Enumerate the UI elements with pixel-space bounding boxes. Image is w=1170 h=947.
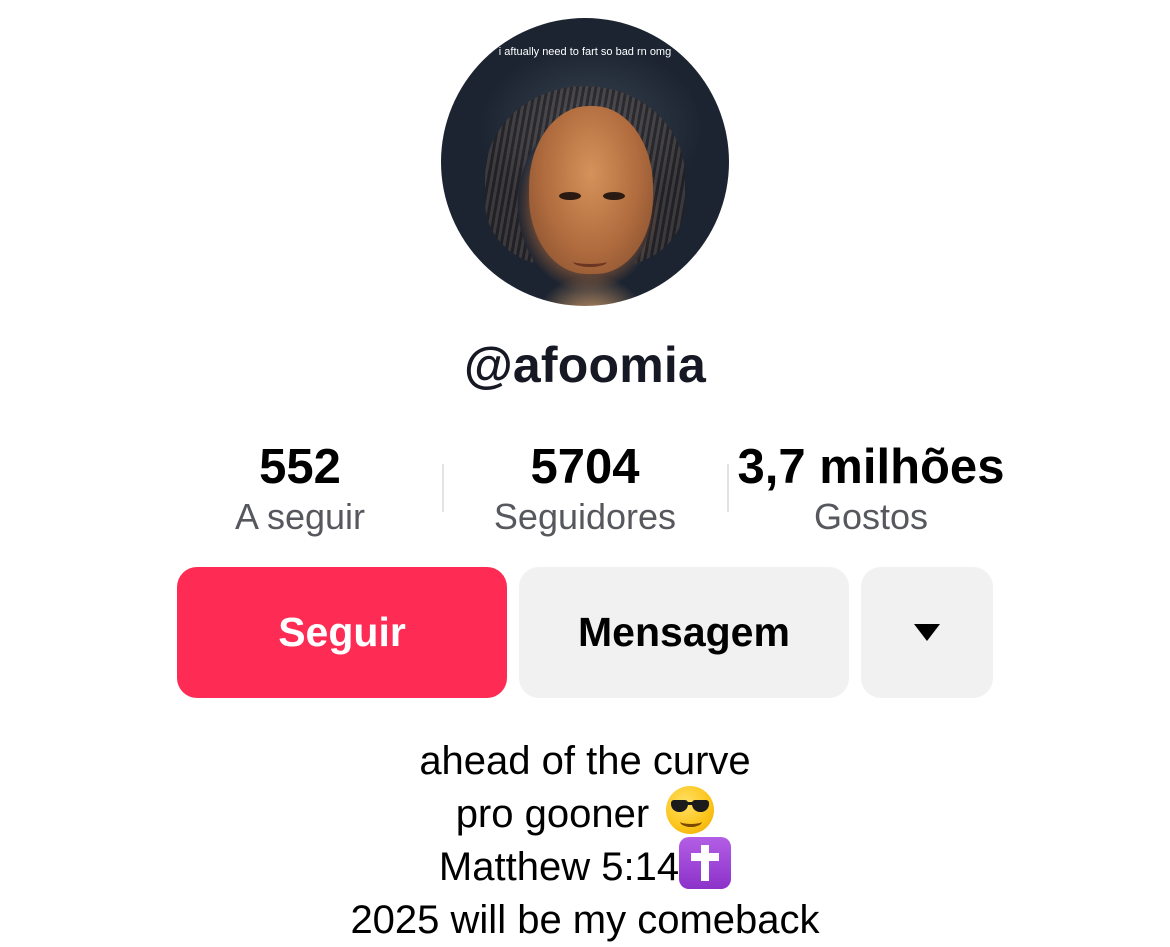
- stat-following[interactable]: 552 A seguir: [140, 436, 460, 542]
- stat-likes-label: Gostos: [813, 496, 929, 537]
- profile-avatar[interactable]: i aftually need to fart so bad rn omg: [441, 18, 729, 306]
- bio-line: pro gooner: [0, 786, 1170, 840]
- caret-down-icon: [914, 624, 940, 641]
- bio-line-text: 2025 will be my comeback: [350, 898, 820, 943]
- suggested-accounts-button[interactable]: [861, 567, 993, 698]
- sunglasses-face-icon: [666, 786, 715, 835]
- avatar-eye-left: [559, 192, 581, 200]
- avatar-eye-right: [603, 192, 625, 200]
- stat-followers-value: 5704: [530, 440, 640, 494]
- stat-following-value: 552: [259, 440, 341, 494]
- avatar-mouth: [573, 256, 607, 267]
- stat-likes-value: 3,7 milhões: [737, 440, 1005, 494]
- message-button[interactable]: Mensagem: [519, 567, 849, 698]
- profile-stats: 552 A seguir 5704 Seguidores 3,7 milhões…: [0, 436, 1170, 556]
- stats-divider: [727, 464, 729, 512]
- stats-divider: [442, 464, 444, 512]
- stat-followers[interactable]: 5704 Seguidores: [425, 436, 745, 542]
- bio-line: Matthew 5:14: [0, 837, 1170, 893]
- stat-following-label: A seguir: [234, 496, 366, 537]
- bio-line-text: pro gooner: [455, 791, 650, 836]
- bio-line: ahead of the curve: [0, 734, 1170, 787]
- bio-line-text: ahead of the curve: [419, 738, 751, 783]
- profile-page: i aftually need to fart so bad rn omg @a…: [0, 0, 1170, 947]
- avatar-face: [529, 106, 653, 274]
- bio-line: 2025 will be my comeback: [0, 893, 1170, 946]
- follow-button[interactable]: Seguir: [177, 567, 507, 698]
- username: @afoomia: [463, 337, 707, 393]
- message-button-label: Mensagem: [578, 609, 790, 655]
- stat-followers-label: Seguidores: [493, 496, 677, 537]
- follow-button-label: Seguir: [278, 609, 406, 655]
- bio-line-text: Matthew 5:14: [438, 844, 680, 889]
- profile-bio: ahead of the curve pro gooner Matthew 5:…: [0, 734, 1170, 946]
- latin-cross-icon: [679, 837, 732, 890]
- stat-likes: 3,7 milhões Gostos: [711, 436, 1031, 542]
- avatar-caption: i aftually need to fart so bad rn omg: [498, 46, 672, 58]
